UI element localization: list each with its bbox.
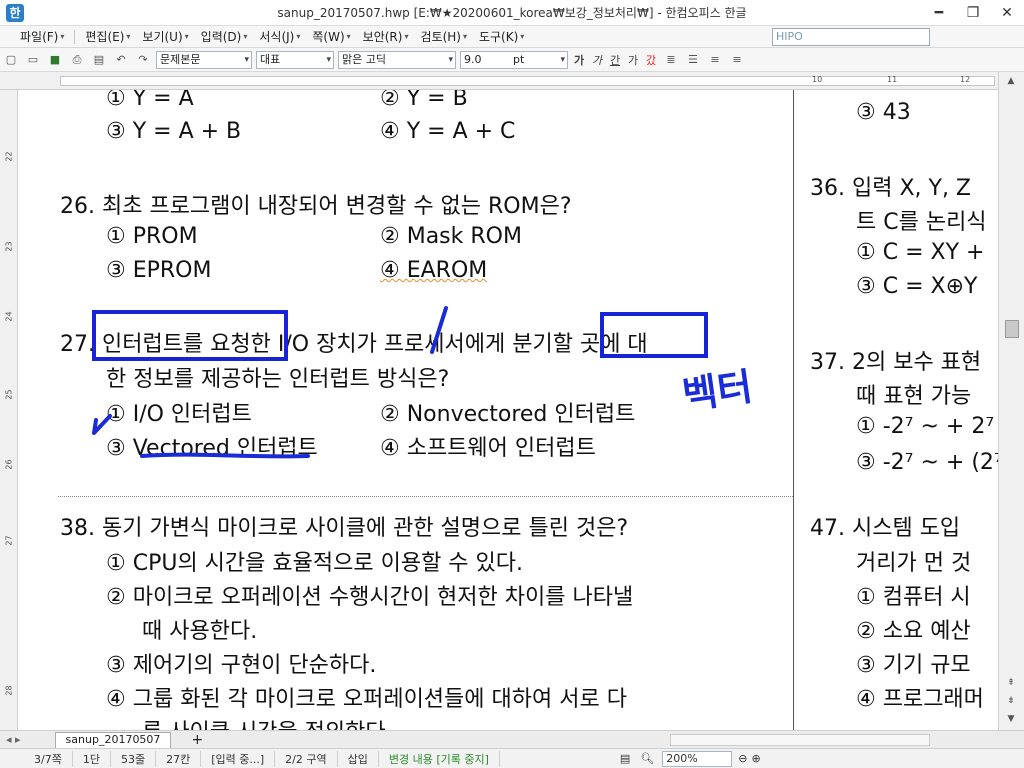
- restore-button[interactable]: ❐: [956, 0, 990, 26]
- pen-annotation-layer: [92, 306, 448, 459]
- pen-annotation-vector: 벡터: [679, 364, 756, 418]
- menu-format[interactable]: 서식(J): [253, 28, 300, 45]
- chevron-down-icon[interactable]: ▾: [347, 32, 351, 41]
- window-title: sanup_20170507.hwp [E:₩★20200601_korea₩보…: [277, 6, 747, 20]
- bold-button[interactable]: 가: [570, 52, 588, 68]
- ruler-number: 10: [812, 75, 823, 84]
- ruler-number: 11: [887, 75, 898, 84]
- format-toolbar: ▢ ▭ ■ ⎙ ▤ ↶ ↷ 문제본문 대표 맑은 고딕 9.0 pt 가 가 간…: [0, 48, 1024, 72]
- next-page-icon[interactable]: ⇟: [1003, 696, 1019, 710]
- zoom-icon[interactable]: 🔍︎: [640, 752, 654, 765]
- scroll-up-arrow[interactable]: ▲: [1003, 76, 1019, 90]
- zoom-out-icon[interactable]: ⊖: [738, 752, 747, 765]
- language-select[interactable]: 대표: [256, 50, 334, 69]
- horizontal-scrollbar[interactable]: [670, 734, 930, 746]
- add-tab-button[interactable]: +: [191, 732, 203, 748]
- text-color-button[interactable]: 갔: [642, 52, 660, 68]
- tab-nav-icon[interactable]: ◂ ▸: [6, 733, 21, 746]
- scroll-down-arrow[interactable]: ▼: [1003, 714, 1019, 728]
- ruler-scale: [60, 76, 995, 86]
- status-bar: 3/7쪽 1단 53줄 27칸 [입력 중...] 2/2 구역 삽입 변경 내…: [0, 748, 1024, 768]
- preview-icon[interactable]: ▤: [89, 51, 109, 69]
- font-select[interactable]: 맑은 고딕: [338, 50, 456, 69]
- vruler-number: 26: [4, 459, 14, 470]
- pen-check-mark: [92, 414, 112, 435]
- document-tab-bar: ◂ ▸ sanup_20170507 +: [0, 730, 1024, 748]
- vruler-number: 27: [4, 535, 14, 546]
- style-select[interactable]: 문제본문: [156, 50, 252, 69]
- print-icon[interactable]: ⎙: [67, 51, 87, 69]
- chevron-down-icon[interactable]: ▾: [60, 32, 64, 41]
- close-button[interactable]: ✕: [990, 0, 1024, 26]
- vruler-number: 25: [4, 389, 14, 400]
- view-mode-icon[interactable]: ▤: [620, 752, 630, 765]
- undo-icon[interactable]: ↶: [111, 51, 131, 69]
- font-size-input[interactable]: 9.0 pt: [460, 50, 568, 69]
- chevron-down-icon[interactable]: ▾: [404, 32, 408, 41]
- chevron-down-icon[interactable]: ▾: [463, 32, 467, 41]
- minimize-button[interactable]: ━: [922, 0, 956, 26]
- title-bar: 한 sanup_20170507.hwp [E:₩★20200601_korea…: [0, 0, 1024, 26]
- chevron-down-icon[interactable]: ▾: [185, 32, 189, 41]
- vruler-number: 24: [4, 311, 14, 322]
- window-controls: ━ ❐ ✕: [922, 0, 1024, 26]
- status-section: 2/2 구역: [275, 750, 338, 767]
- status-page[interactable]: 3/7쪽: [0, 750, 73, 767]
- menu-review[interactable]: 검토(H): [414, 28, 466, 45]
- redo-icon[interactable]: ↷: [133, 51, 153, 69]
- align-justify-icon[interactable]: ≣: [661, 51, 681, 69]
- chevron-down-icon[interactable]: ▾: [296, 32, 300, 41]
- new-document-icon[interactable]: ▢: [1, 51, 21, 69]
- ruler-number: 12: [960, 75, 971, 84]
- scrollbar-thumb[interactable]: [1005, 320, 1019, 338]
- vertical-ruler[interactable]: 22 23 24 25 26 27 28: [0, 90, 18, 730]
- align-left-icon[interactable]: ☰: [683, 51, 703, 69]
- open-folder-icon[interactable]: ▭: [23, 51, 43, 69]
- vruler-number: 28: [4, 685, 14, 696]
- align-right-icon[interactable]: ≡: [727, 51, 747, 69]
- menu-view[interactable]: 보기(U): [136, 28, 188, 45]
- status-mode: [입력 중...]: [201, 750, 276, 767]
- status-line: 53줄: [111, 750, 157, 767]
- status-char: 27칸: [156, 750, 202, 767]
- pen-slash-mark: [430, 306, 448, 354]
- chevron-down-icon[interactable]: ▾: [243, 32, 247, 41]
- italic-button[interactable]: 가: [588, 52, 606, 68]
- menu-page[interactable]: 쪽(W): [306, 28, 350, 45]
- save-icon[interactable]: ■: [45, 51, 65, 69]
- menu-tools[interactable]: 도구(K): [473, 28, 524, 45]
- menu-security[interactable]: 보안(R): [357, 28, 409, 45]
- prev-page-icon[interactable]: ⇞: [1003, 678, 1019, 692]
- chevron-down-icon[interactable]: ▾: [126, 32, 130, 41]
- font-select-value: 맑은 고딕: [342, 52, 386, 66]
- style-select-value: 문제본문: [160, 52, 201, 66]
- status-column: 1단: [73, 750, 111, 767]
- chevron-down-icon[interactable]: ▾: [520, 32, 524, 41]
- horizontal-ruler[interactable]: 10 11 12: [0, 72, 1024, 90]
- vertical-scrollbar[interactable]: ▲ ⇞ ⇟ ▼: [998, 72, 1024, 730]
- underline-button[interactable]: 간: [606, 52, 624, 68]
- language-select-value: 대표: [260, 52, 281, 66]
- menu-edit[interactable]: 편집(E): [79, 28, 130, 45]
- menu-insert[interactable]: 입력(D): [195, 28, 248, 45]
- strikethrough-button[interactable]: 가: [624, 52, 642, 68]
- menu-bar: 파일(F) ▾ 편집(E) ▾ 보기(U) ▾ 입력(D) ▾ 서식(J) ▾ …: [0, 26, 1024, 48]
- menu-separator: [74, 29, 76, 44]
- font-size-unit: pt: [513, 52, 525, 66]
- zoom-select[interactable]: 200%: [662, 750, 733, 767]
- document-page[interactable]: ① Y = A ② Y = B ③ Y = A + B ④ Y = A + C …: [18, 90, 998, 730]
- align-center-icon[interactable]: ≡: [705, 51, 725, 69]
- tab-sanup-20170507[interactable]: sanup_20170507: [54, 731, 172, 748]
- pen-underline-vectored: [140, 452, 310, 459]
- vruler-number: 23: [4, 241, 14, 252]
- menu-file[interactable]: 파일(F): [14, 28, 64, 45]
- zoom-in-icon[interactable]: ⊕: [751, 752, 760, 765]
- vruler-number: 22: [4, 151, 14, 162]
- font-size-value: 9.0: [464, 52, 482, 66]
- menu-search-input[interactable]: HIPO: [772, 28, 930, 46]
- status-track-changes[interactable]: 변경 내용 [기록 중지]: [379, 750, 500, 767]
- status-insert[interactable]: 삽입: [338, 750, 379, 767]
